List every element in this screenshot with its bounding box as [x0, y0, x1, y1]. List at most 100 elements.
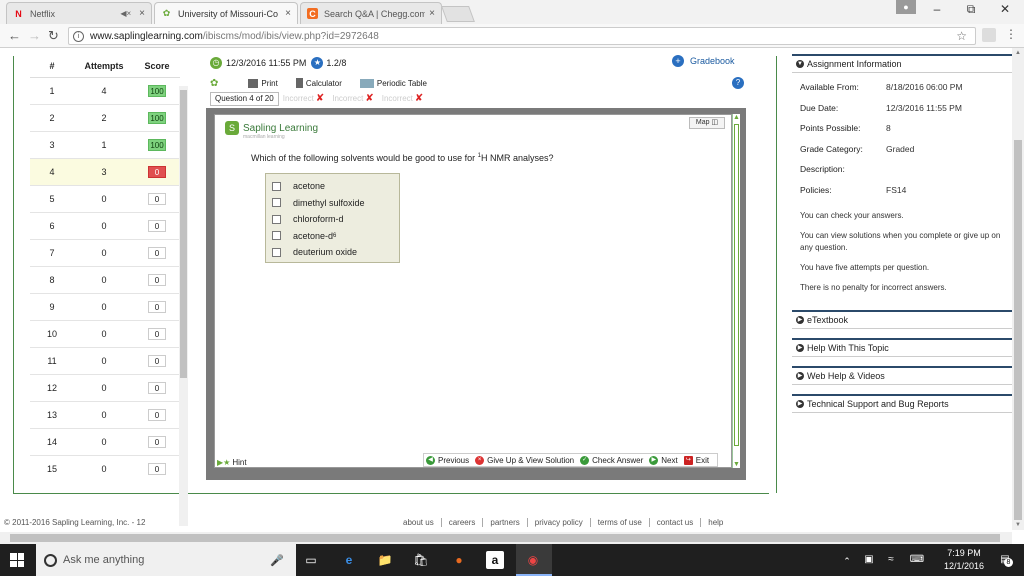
table-row[interactable]: 6 0 0: [30, 213, 180, 240]
tab-current-question[interactable]: Question 4 of 20: [210, 92, 279, 106]
url-field[interactable]: i www.saplinglearning.com/ibiscms/mod/ib…: [68, 27, 976, 45]
table-row[interactable]: 10 0 0: [30, 321, 180, 348]
hint-bulb-icon: ▶★: [217, 458, 231, 467]
table-row[interactable]: 11 0 0: [30, 348, 180, 375]
table-row[interactable]: 14 0 0: [30, 429, 180, 456]
footer-link-privacy[interactable]: privacy policy: [528, 518, 591, 527]
tab-netflix[interactable]: N Netflix ◀× ×: [6, 2, 152, 24]
table-row[interactable]: 2 2 100: [30, 105, 180, 132]
tab-attempt-3[interactable]: Incorrect ✘: [378, 92, 428, 106]
etextbook-section[interactable]: ▶ eTextbook: [792, 310, 1012, 329]
task-view-icon[interactable]: ▭: [302, 551, 320, 569]
question-scrollbar[interactable]: ▲ ▼: [732, 114, 740, 468]
footer-link-help[interactable]: help: [701, 518, 730, 527]
bookmark-star-icon[interactable]: ☆: [956, 29, 967, 43]
scroll-down-icon[interactable]: ▼: [733, 461, 740, 468]
cortana-search[interactable]: Ask me anything 🎤: [36, 544, 296, 576]
checkbox[interactable]: [272, 214, 281, 224]
previous-button[interactable]: ◀ Previous: [426, 455, 469, 465]
question-content: S Sapling Learning macmillan learning Ma…: [214, 114, 732, 468]
checkbox[interactable]: [272, 198, 281, 208]
table-row[interactable]: 15 0 0: [30, 456, 180, 481]
restore-button[interactable]: ⧉: [956, 2, 986, 17]
footer-link-careers[interactable]: careers: [442, 518, 484, 527]
help-icon[interactable]: ?: [732, 77, 744, 89]
assignment-info-header[interactable]: ▼ Assignment Information: [792, 54, 1012, 73]
file-explorer-icon[interactable]: 📁: [376, 551, 394, 569]
exit-button[interactable]: ↪ Exit: [683, 455, 709, 465]
footer-link-about[interactable]: about us: [396, 518, 442, 527]
tab-attempt-2[interactable]: Incorrect ✘: [328, 92, 378, 106]
close-window-button[interactable]: ✕: [990, 2, 1020, 16]
tech-support-section[interactable]: ▶ Technical Support and Bug Reports: [792, 394, 1012, 413]
new-tab-button[interactable]: [441, 6, 475, 22]
start-button[interactable]: [10, 553, 24, 567]
keyboard-icon[interactable]: ⌨: [908, 551, 926, 569]
speaker-icon[interactable]: ◀×: [120, 9, 131, 18]
print-button[interactable]: Print: [248, 78, 278, 88]
network-status-icon[interactable]: ▣: [860, 551, 878, 569]
table-row[interactable]: 3 1 100: [30, 132, 180, 159]
firefox-icon[interactable]: ●: [450, 551, 468, 569]
choice-acetone-d6[interactable]: acetone-d 6: [272, 228, 399, 245]
reload-icon[interactable]: ↻: [48, 28, 59, 44]
table-row[interactable]: 7 0 0: [30, 240, 180, 267]
scroll-up-icon[interactable]: ▲: [733, 114, 740, 121]
scroll-up-icon[interactable]: ▲: [1015, 50, 1021, 56]
extension-icon[interactable]: [982, 28, 996, 42]
close-tab-icon[interactable]: ×: [285, 8, 291, 19]
choice-chloroform-d[interactable]: chloroform-d: [272, 211, 399, 228]
question-list-scrollbar[interactable]: [179, 86, 188, 526]
forward-arrow-icon[interactable]: →: [28, 28, 41, 43]
table-row[interactable]: 9 0 0: [30, 294, 180, 321]
edge-icon[interactable]: e: [340, 551, 358, 569]
system-clock[interactable]: 7:19 PM 12/1/2016: [934, 547, 994, 573]
checkbox[interactable]: [272, 247, 281, 257]
choice-deuterium-oxide[interactable]: deuterium oxide: [272, 244, 399, 261]
footer-link-terms[interactable]: terms of use: [591, 518, 650, 527]
checkbox[interactable]: [272, 231, 281, 241]
table-row[interactable]: 1 4 100: [30, 78, 180, 105]
close-tab-icon[interactable]: ×: [139, 8, 145, 19]
back-arrow-icon[interactable]: ←: [8, 28, 21, 43]
show-hidden-icons[interactable]: ⌃: [838, 552, 856, 570]
minimize-button[interactable]: –: [922, 2, 952, 16]
choice-dimethyl-sulfoxide[interactable]: dimethyl sulfoxide: [272, 195, 399, 212]
amazon-icon[interactable]: a: [486, 551, 504, 569]
tab-sapling[interactable]: ✿ University of Missouri-Co ×: [154, 2, 298, 24]
store-icon[interactable]: 🛍: [412, 551, 430, 569]
gradebook-link[interactable]: + Gradebook: [672, 55, 735, 67]
scroll-down-icon[interactable]: ▼: [1015, 522, 1021, 528]
table-row[interactable]: 8 0 0: [30, 267, 180, 294]
next-button[interactable]: ▶ Next: [649, 455, 678, 465]
wifi-icon[interactable]: ≈: [882, 551, 900, 569]
user-profile-icon[interactable]: ●: [896, 0, 916, 14]
footer-link-partners[interactable]: partners: [483, 518, 528, 527]
horizontal-scrollbar[interactable]: [0, 532, 1012, 544]
web-help-section[interactable]: ▶ Web Help & Videos: [792, 366, 1012, 385]
hint-button[interactable]: ▶★ Hint: [217, 458, 247, 467]
periodic-table-button[interactable]: Periodic Table: [359, 78, 427, 88]
close-tab-icon[interactable]: ×: [429, 8, 435, 19]
table-row[interactable]: 13 0 0: [30, 402, 180, 429]
give-up-button[interactable]: × Give Up & View Solution: [475, 455, 574, 465]
help-topic-section[interactable]: ▶ Help With This Topic: [792, 338, 1012, 357]
map-button[interactable]: Map ◫: [689, 117, 725, 129]
calculator-icon: [295, 78, 303, 88]
checkbox[interactable]: [272, 181, 281, 191]
table-row[interactable]: 4 3 0: [30, 159, 180, 186]
page-scrollbar[interactable]: ▲ ▼: [1012, 48, 1024, 530]
tab-chegg[interactable]: C Search Q&A | Chegg.com ×: [300, 2, 442, 24]
microphone-icon[interactable]: 🎤: [270, 554, 284, 567]
check-answer-button[interactable]: ✓ Check Answer: [580, 455, 643, 465]
choice-acetone[interactable]: acetone: [272, 178, 399, 195]
chegg-icon: C: [307, 8, 318, 19]
chrome-icon[interactable]: ◉: [524, 551, 542, 569]
site-info-icon[interactable]: i: [73, 30, 84, 42]
footer-link-contact[interactable]: contact us: [650, 518, 702, 527]
calculator-button[interactable]: Calculator: [295, 78, 342, 88]
table-row[interactable]: 12 0 0: [30, 375, 180, 402]
tab-attempt-1[interactable]: Incorrect ✘: [279, 92, 329, 106]
browser-menu-icon[interactable]: ⋮: [1005, 27, 1017, 41]
table-row[interactable]: 5 0 0: [30, 186, 180, 213]
